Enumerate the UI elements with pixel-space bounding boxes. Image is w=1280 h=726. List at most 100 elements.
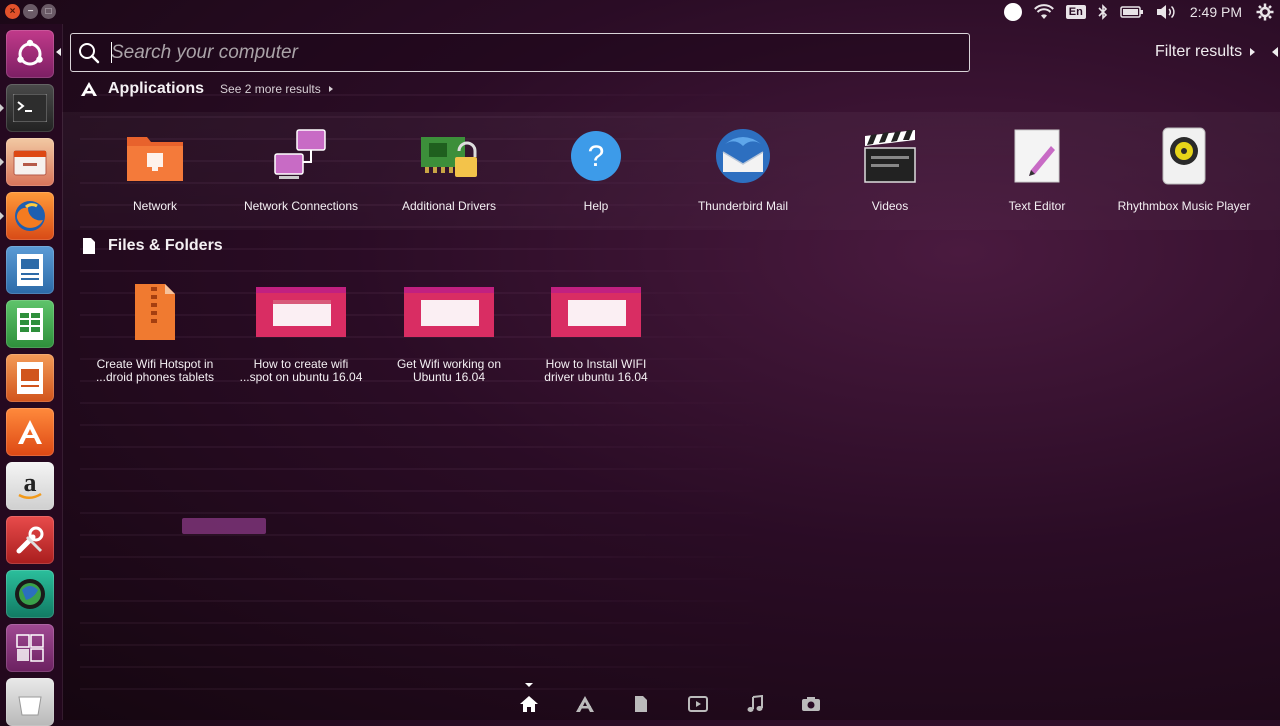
app-tile-additional-drivers[interactable]: Additional Drivers: [379, 124, 519, 213]
video-thumbnail-icon: [550, 280, 642, 344]
file-tile[interactable]: Create Wifi Hotspot in ...droid phones t…: [85, 280, 225, 384]
launcher-active-arrow: [56, 48, 61, 56]
software-center-icon: [18, 420, 42, 444]
applications-title: Applications: [108, 80, 205, 97]
record-icon: [1003, 3, 1022, 21]
videos-icon: [858, 124, 922, 188]
launcher-dash-button[interactable]: [6, 30, 54, 78]
trash-icon: [18, 696, 42, 716]
system-gear-icon: [1256, 3, 1274, 21]
top-panel: × − □ En 2:49 PM: [0, 0, 1280, 24]
text-editor-icon: [1005, 124, 1069, 188]
files-lens-icon: [635, 696, 647, 712]
file-label: How to create wifi ...spot on ubuntu 16.…: [231, 358, 371, 384]
close-window-button[interactable]: ×: [5, 4, 20, 19]
wifi-icon: [1033, 4, 1054, 19]
bluetooth-indicator[interactable]: [1092, 0, 1114, 24]
file-label: Get Wifi working on Ubuntu 16.04: [379, 358, 519, 384]
file-label-line2: ...spot on ubuntu 16.04: [239, 370, 363, 384]
files-icon: [13, 150, 47, 176]
files-category-icon: [83, 238, 95, 254]
writer-icon: [17, 254, 43, 286]
network-folder-icon: [123, 124, 187, 188]
photos-lens-button[interactable]: [799, 692, 823, 716]
minimize-window-button[interactable]: −: [23, 4, 38, 19]
search-input[interactable]: [107, 35, 969, 70]
launcher-files[interactable]: [6, 138, 54, 186]
file-tile[interactable]: Get Wifi working on Ubuntu 16.04: [379, 280, 519, 384]
thunderbird-icon: [711, 124, 775, 188]
file-label-line2: ...droid phones tablets: [95, 370, 215, 384]
file-tile[interactable]: How to Install WIFI driver ubuntu 16.04: [526, 280, 666, 384]
see-more-results-link[interactable]: See 2 more results: [220, 82, 333, 96]
system-tray: En 2:49 PM: [998, 0, 1280, 24]
launcher-trash[interactable]: [6, 678, 54, 726]
rhythmbox-icon: [1152, 124, 1216, 188]
app-tile-thunderbird[interactable]: Thunderbird Mail: [673, 124, 813, 213]
launcher-workspaces[interactable]: [6, 624, 54, 672]
video-thumbnail-icon: [403, 280, 495, 344]
bluetooth-icon: [1098, 4, 1107, 20]
filter-results-button[interactable]: Filter results: [1155, 41, 1256, 63]
app-tile-videos[interactable]: Videos: [820, 124, 960, 213]
file-label-line2: Ubuntu 16.04: [412, 370, 486, 384]
app-label: Network Connections: [243, 199, 359, 213]
chevron-right-icon: [1250, 48, 1256, 56]
launcher-firefox[interactable]: [6, 192, 54, 240]
files-folders-title: Files & Folders: [108, 237, 223, 254]
battery-indicator[interactable]: [1114, 0, 1150, 24]
launcher-running-pip: [0, 158, 4, 166]
chevron-left-icon: [1272, 47, 1278, 57]
files-lens-button[interactable]: [629, 692, 653, 716]
app-label: Text Editor: [1008, 199, 1066, 213]
file-tile[interactable]: How to create wifi ...spot on ubuntu 16.…: [231, 280, 371, 384]
videos-lens-icon: [688, 696, 708, 712]
text-caret: [111, 42, 112, 63]
lens-bar: [500, 688, 840, 718]
videos-lens-button[interactable]: [686, 692, 710, 716]
system-menu[interactable]: [1250, 0, 1280, 24]
app-tile-rhythmbox[interactable]: Rhythmbox Music Player: [1114, 124, 1254, 213]
launcher-settings[interactable]: [6, 516, 54, 564]
clock[interactable]: 2:49 PM: [1182, 0, 1250, 24]
launcher-software-center[interactable]: [6, 408, 54, 456]
keyboard-layout-icon: En: [1065, 5, 1086, 19]
launcher-impress[interactable]: [6, 354, 54, 402]
app-label: Network: [132, 199, 177, 213]
active-lens-indicator: [525, 683, 533, 687]
music-lens-button[interactable]: [743, 692, 767, 716]
archive-file-icon: [123, 280, 187, 344]
network-connections-icon: [269, 124, 333, 188]
app-tile-network[interactable]: Network: [85, 124, 225, 213]
launcher-terminal[interactable]: [6, 84, 54, 132]
photos-lens-icon: [802, 697, 820, 711]
maximize-window-button[interactable]: □: [41, 4, 56, 19]
background-highlight: [182, 518, 266, 534]
workspaces-icon: [16, 634, 44, 662]
network-indicator[interactable]: [1028, 0, 1060, 24]
additional-drivers-icon: [417, 124, 481, 188]
amazon-icon: a: [18, 469, 42, 499]
ubuntu-dash-icon: [17, 39, 43, 66]
video-thumbnail-icon: [255, 280, 347, 344]
app-tile-network-connections[interactable]: Network Connections: [231, 124, 371, 213]
calc-icon: [17, 308, 43, 340]
keyboard-indicator[interactable]: En: [1060, 0, 1092, 24]
app-label: Additional Drivers: [401, 199, 497, 213]
launcher-amazon[interactable]: a: [6, 462, 54, 510]
app-tile-text-editor[interactable]: Text Editor: [967, 124, 1107, 213]
help-icon: ?: [564, 124, 628, 188]
volume-indicator[interactable]: [1150, 0, 1182, 24]
launcher-calc[interactable]: [6, 300, 54, 348]
file-label: Create Wifi Hotspot in ...droid phones t…: [85, 358, 225, 384]
launcher-globe[interactable]: [6, 570, 54, 618]
record-indicator[interactable]: [998, 0, 1028, 24]
dash-search-bar: [70, 33, 970, 72]
applications-lens-button[interactable]: [573, 692, 597, 716]
files-folders-header: Files & Folders: [80, 237, 223, 255]
svg-text:a: a: [24, 469, 37, 497]
battery-icon: [1120, 6, 1143, 18]
app-tile-help[interactable]: ? Help: [526, 124, 666, 213]
launcher-writer[interactable]: [6, 246, 54, 294]
home-lens-button[interactable]: [517, 692, 541, 716]
